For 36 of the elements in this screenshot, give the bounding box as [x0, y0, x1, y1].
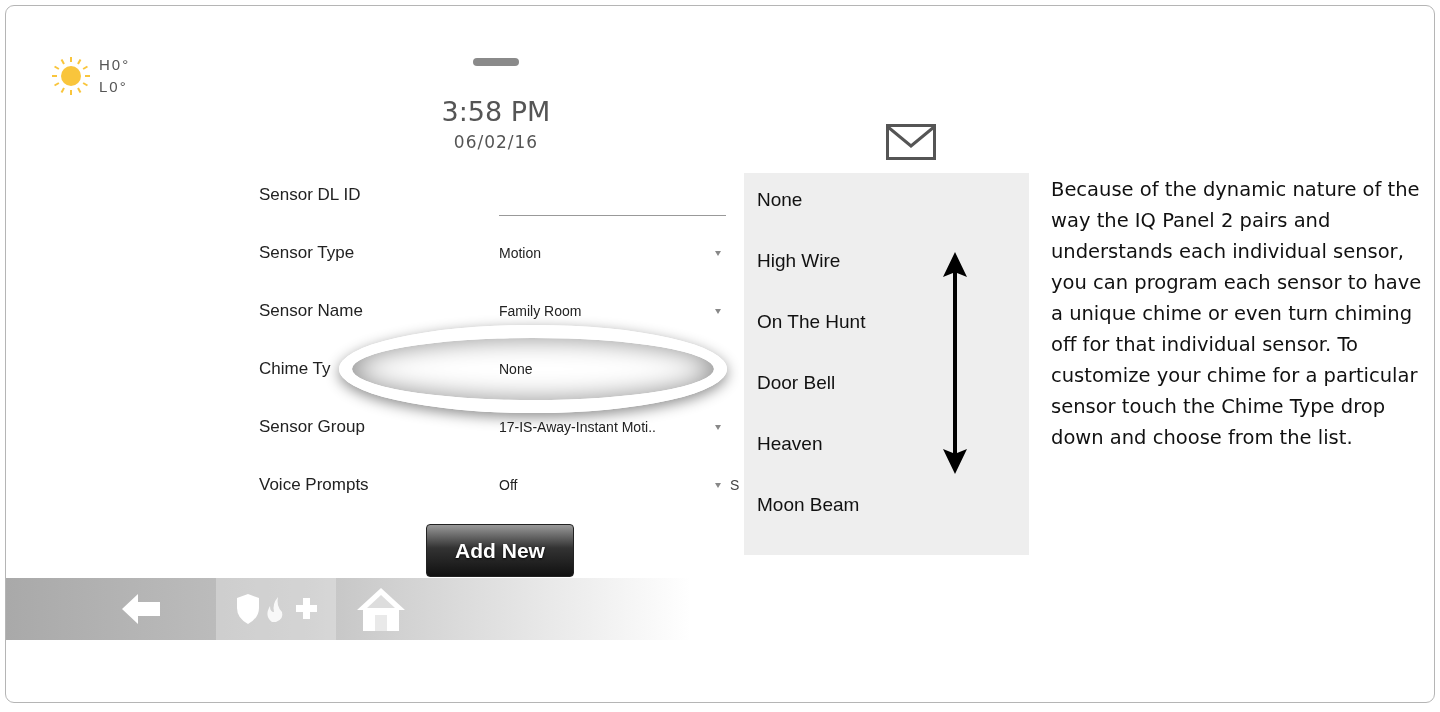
dropdown-arrow-icon [715, 308, 721, 314]
dropdown[interactable]: Family Room [499, 303, 721, 319]
list-option[interactable]: Heaven [744, 417, 1029, 478]
dropdown-arrow-icon [715, 250, 721, 256]
list-option[interactable]: Door Bell [744, 356, 1029, 417]
add-new-button[interactable]: Add New [426, 524, 574, 577]
envelope-icon[interactable] [886, 124, 936, 160]
double-arrow-icon [942, 252, 968, 474]
shield-flame-plus-icon [234, 594, 318, 624]
drag-handle[interactable] [473, 58, 519, 66]
clock-date: 06/02/16 [453, 132, 539, 152]
partial-label: S [730, 477, 740, 493]
field-label: Sensor Type [259, 243, 356, 263]
list-option[interactable]: None [744, 173, 1029, 234]
dropdown[interactable]: Off [499, 477, 721, 493]
dropdown[interactable]: Motion [499, 245, 721, 261]
field-label: Sensor Group [259, 417, 366, 437]
field-label: Voice Prompts [259, 475, 370, 495]
nav-tab[interactable] [216, 578, 336, 640]
sun-icon [51, 56, 91, 96]
dropdown-arrow-icon [715, 482, 721, 488]
field-label: Sensor DL ID [259, 185, 362, 205]
dropdown[interactable]: 17-IS-Away-Instant Moti.. [499, 419, 721, 435]
field-label: Chime Ty [259, 359, 332, 379]
clock-time: 3:58 PM [441, 96, 551, 128]
low-temperature: L0° [99, 77, 129, 97]
field-label: Sensor Name [259, 301, 364, 321]
dropdown[interactable]: None [499, 361, 721, 377]
back-arrow-icon [122, 594, 160, 624]
home-icon [356, 587, 406, 631]
list-option[interactable]: High Wire [744, 234, 1029, 295]
high-temperature: H0° [99, 55, 131, 75]
list-option[interactable]: Moon Beam [744, 478, 1029, 539]
description-paragraph: Because of the dynamic nature of the way the IQ Panel 2 pairs and understands each individual sensor, you can program each sensor to have a unique chime or even turn chiming off for that individual sensor. To customize your chime for a particular sensor touch the Chime Type drop down and choose from the list. [1051, 177, 1423, 451]
list-option[interactable]: On The Hunt [744, 295, 1029, 356]
dropdown-arrow-icon [715, 424, 721, 430]
